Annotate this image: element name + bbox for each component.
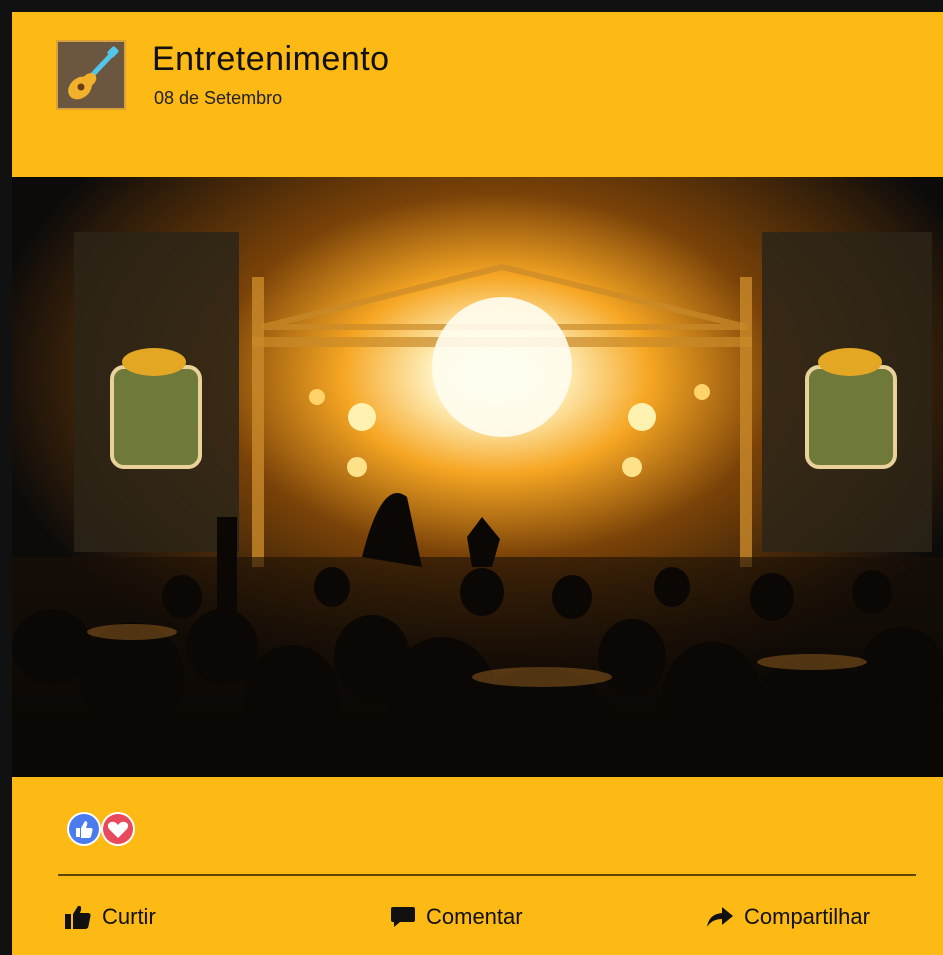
page-title[interactable]: Entretenimento bbox=[152, 40, 390, 79]
reactions-summary[interactable] bbox=[64, 811, 154, 847]
comment-label: Comentar bbox=[426, 904, 523, 929]
concert-photo bbox=[12, 177, 943, 807]
reaction-icons bbox=[67, 812, 135, 846]
actions-divider bbox=[58, 874, 916, 876]
like-label: Curtir bbox=[102, 904, 156, 929]
post-card: Entretenimento 08 de Setembro Curtir Com… bbox=[0, 0, 943, 955]
post-date[interactable]: 08 de Setembro bbox=[154, 88, 282, 109]
share-arrow-icon bbox=[707, 907, 733, 927]
guitar-icon bbox=[58, 42, 124, 108]
comment-button[interactable]: Comentar bbox=[390, 902, 523, 932]
post-photo[interactable] bbox=[12, 177, 943, 807]
share-button[interactable]: Compartilhar bbox=[706, 902, 870, 932]
thumbs-up-icon bbox=[65, 905, 91, 929]
post-header: Entretenimento 08 de Setembro bbox=[12, 12, 943, 177]
comment-icon bbox=[391, 907, 415, 927]
page-avatar[interactable] bbox=[56, 40, 126, 110]
like-button[interactable]: Curtir bbox=[64, 902, 156, 932]
share-label: Compartilhar bbox=[744, 904, 870, 929]
